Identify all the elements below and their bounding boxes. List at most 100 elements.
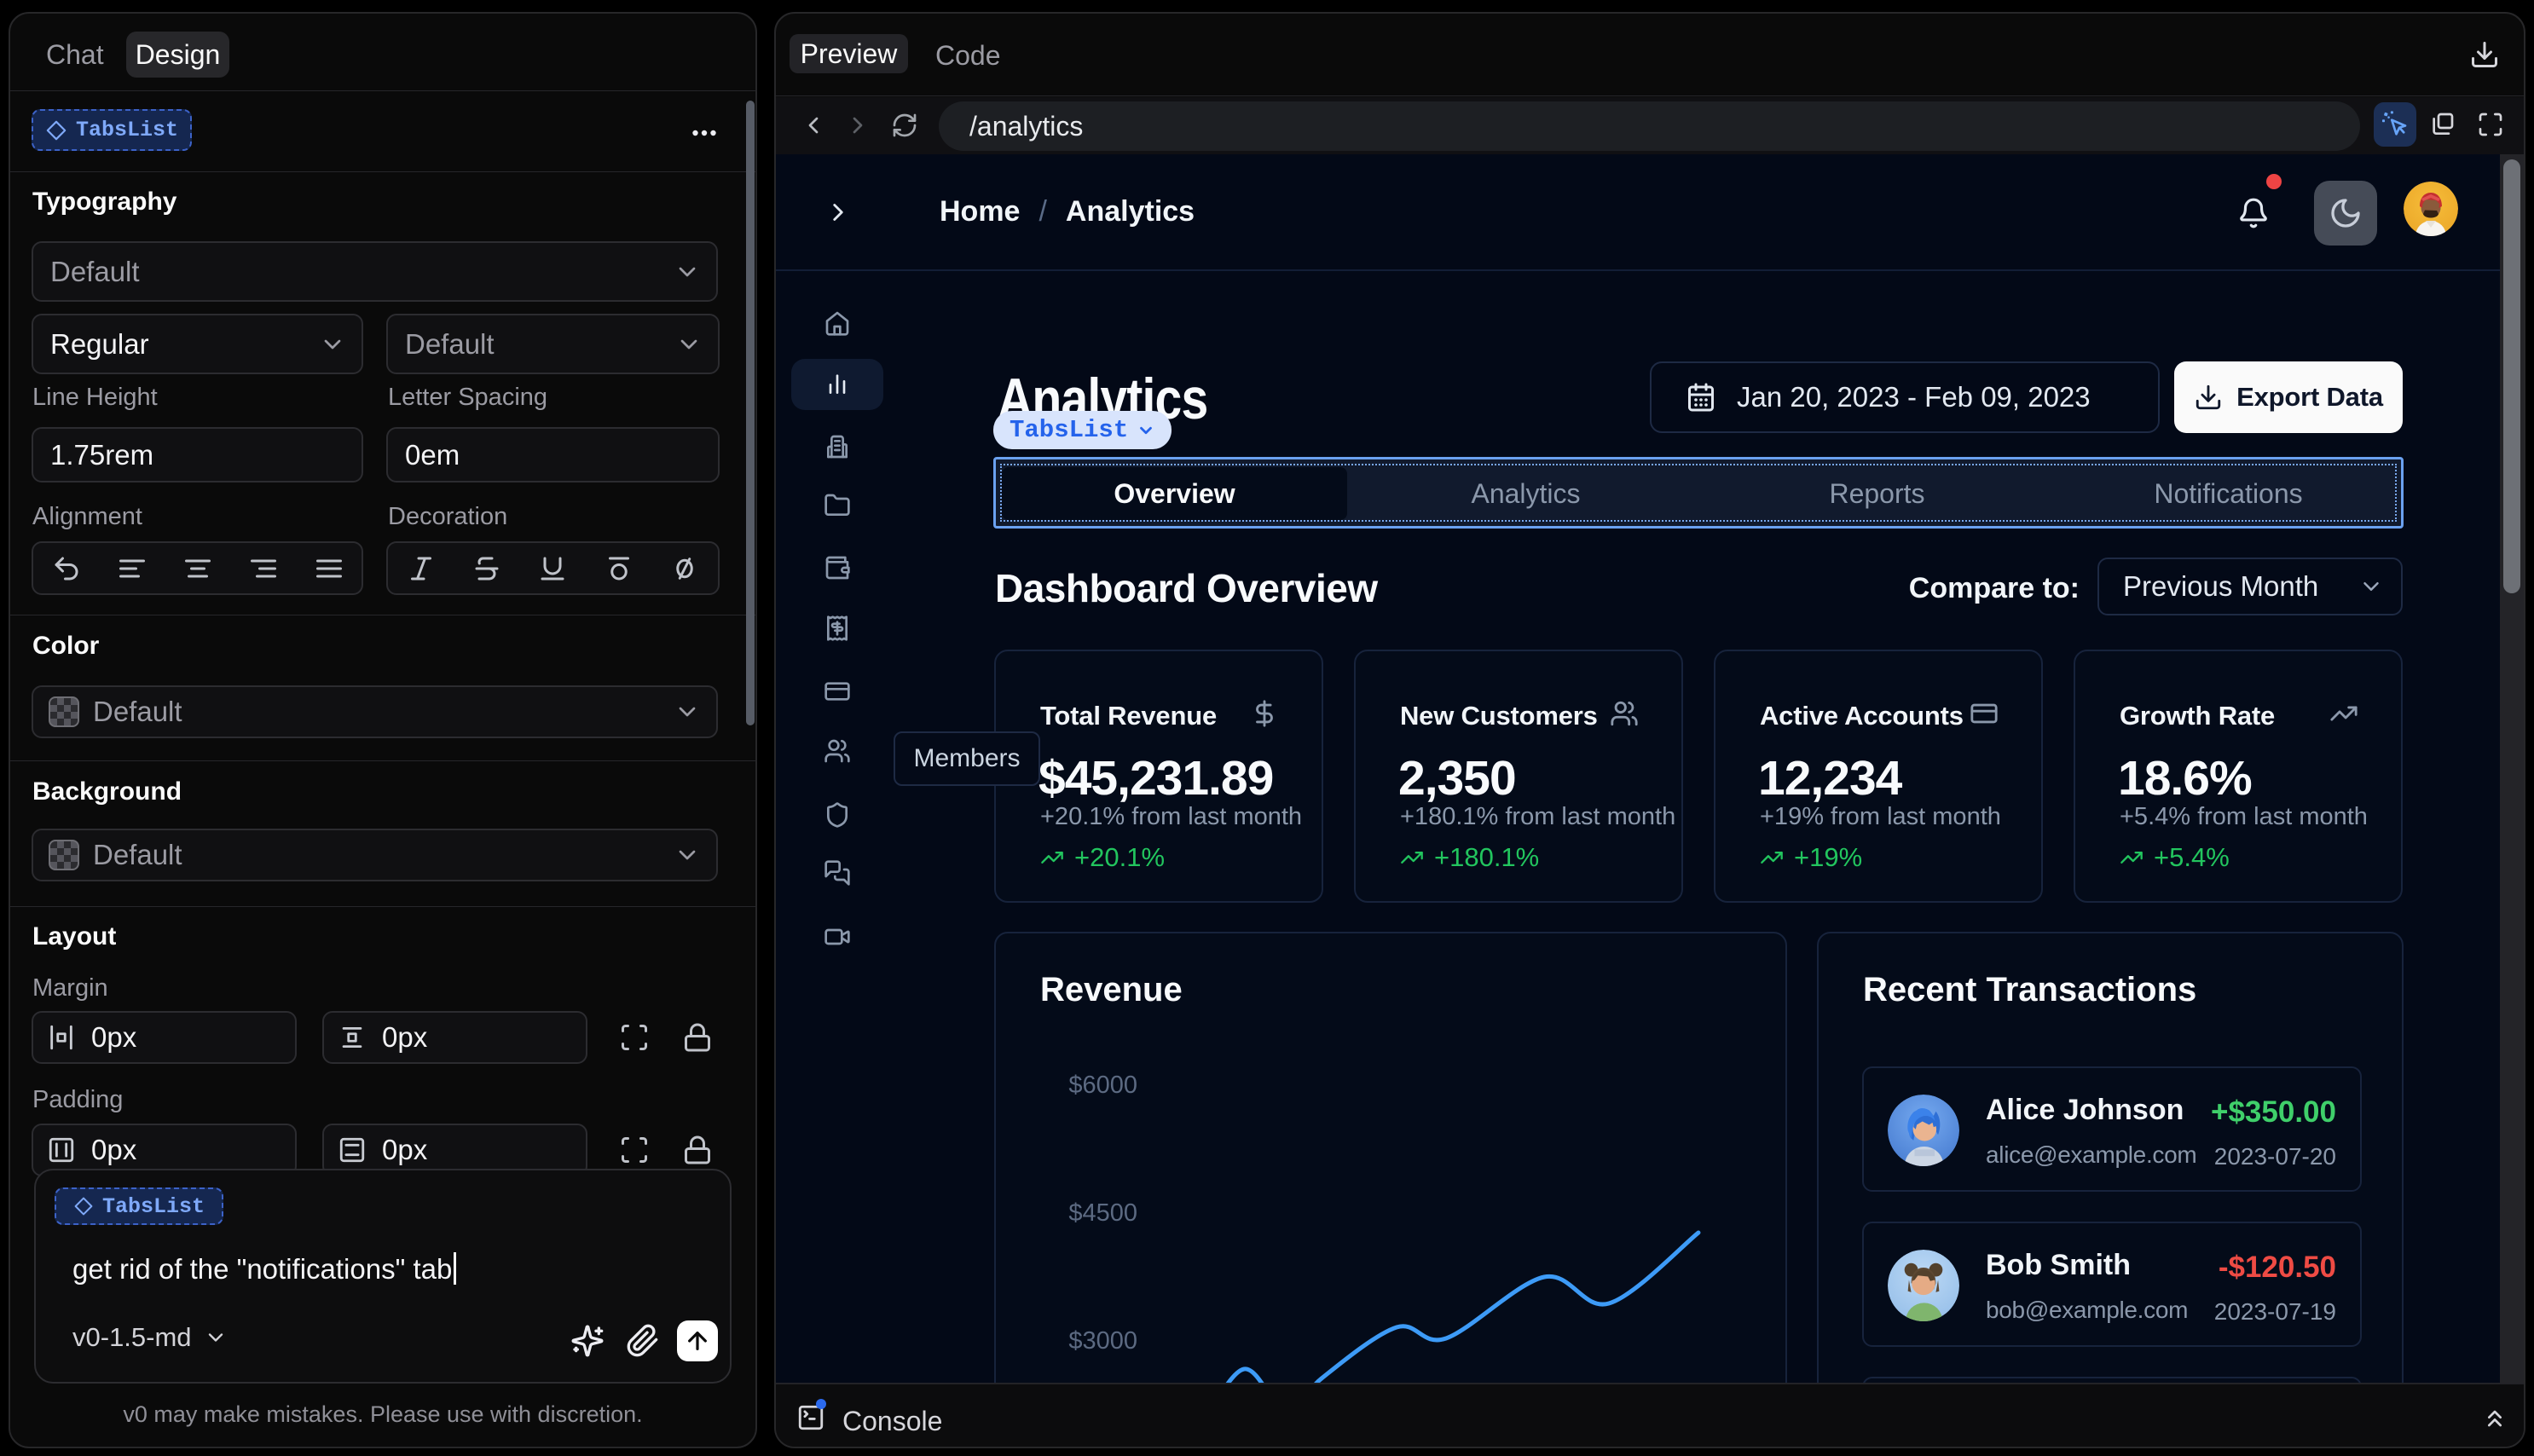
credit-card-icon[interactable] [824, 678, 851, 705]
lock-margin-icon[interactable] [682, 1022, 713, 1053]
stat-card-active-accounts: Active Accounts 12,234 +19% from last mo… [1714, 650, 2043, 903]
tx-email: bob@example.com [1986, 1297, 2189, 1323]
copy-icon[interactable] [2428, 111, 2456, 138]
align-justify-icon[interactable] [314, 553, 344, 584]
wallet-icon[interactable] [824, 554, 851, 581]
date-range-button[interactable]: Jan 20, 2023 - Feb 09, 2023 [1650, 361, 2160, 433]
preview-scrollbar[interactable] [2500, 154, 2524, 1383]
tab-preview[interactable]: Preview [790, 34, 908, 73]
console-label: Console [842, 1406, 943, 1436]
inspect-button[interactable] [2374, 102, 2416, 147]
background-swatch [49, 840, 79, 870]
lock-padding-icon[interactable] [682, 1135, 713, 1165]
receipt-icon[interactable] [824, 615, 851, 642]
breadcrumb-home[interactable]: Home [940, 195, 1020, 228]
bell-icon[interactable] [2237, 197, 2270, 229]
decoration-label: Decoration [388, 503, 508, 530]
theme-toggle[interactable] [2314, 181, 2377, 246]
user-avatar[interactable] [2404, 182, 2458, 236]
color-select[interactable]: Default [32, 685, 718, 738]
underline-icon[interactable] [537, 553, 568, 584]
margin-y-value: 0px [382, 1021, 428, 1053]
compare-label: Compare to: [1908, 572, 2080, 604]
chat-composer[interactable]: TabsList get rid of the "notifications" … [34, 1169, 732, 1384]
margin-y-input[interactable]: 0px [322, 1011, 587, 1064]
stat-label: Active Accounts [1760, 701, 1964, 731]
tx-date: 2023-07-20 [2213, 1143, 2336, 1170]
tab-overview[interactable]: Overview [1002, 467, 1347, 520]
export-label: Export Data [2236, 382, 2383, 412]
stat-sub: +180.1% from last month [1400, 803, 1676, 830]
padding-y-value: 0px [382, 1134, 428, 1165]
tab-reports[interactable]: Reports [1704, 467, 2050, 520]
tab-notifications[interactable]: Notifications [2056, 467, 2401, 520]
back-icon[interactable] [800, 112, 827, 139]
italic-icon[interactable] [406, 553, 437, 584]
fullscreen-icon[interactable] [2477, 111, 2504, 138]
tab-chat[interactable]: Chat [46, 39, 104, 71]
model-selector[interactable]: v0-1.5-md [72, 1322, 228, 1353]
margin-x-input[interactable]: 0px [32, 1011, 297, 1064]
sparkles-icon[interactable] [570, 1324, 605, 1358]
paperclip-icon[interactable] [626, 1324, 660, 1358]
composer-element-chip[interactable]: TabsList [55, 1187, 224, 1225]
transaction-row[interactable]: Alice Johnson alice@example.com +$350.00… [1862, 1066, 2362, 1192]
forward-icon[interactable] [844, 112, 871, 139]
letter-spacing-input[interactable]: 0em [386, 427, 720, 482]
alignment-buttons [32, 541, 363, 595]
font-size-select[interactable]: Default [386, 314, 720, 374]
compare-select[interactable]: Previous Month [2097, 558, 2403, 615]
download-icon[interactable] [2469, 39, 2500, 70]
transaction-row[interactable] [1862, 1377, 2362, 1383]
users-icon [1611, 701, 1638, 726]
trending-up-icon [2120, 852, 2143, 864]
console-bar[interactable]: Console [776, 1383, 2524, 1447]
folder-icon[interactable] [824, 492, 851, 519]
stat-sub: +20.1% from last month [1040, 803, 1303, 830]
url-bar[interactable]: /analytics [939, 101, 2360, 151]
overline-icon[interactable] [604, 553, 634, 584]
font-weight-select[interactable]: Regular [32, 314, 363, 374]
tab-code[interactable]: Code [935, 40, 1001, 72]
home-icon[interactable] [824, 309, 851, 337]
left-scrollbar[interactable] [746, 101, 755, 725]
more-options-icon[interactable] [691, 120, 717, 146]
selected-element-chip[interactable]: TabsList [32, 109, 193, 151]
align-left-icon[interactable] [117, 553, 148, 584]
padding-y-icon [339, 1137, 365, 1163]
send-button[interactable] [677, 1320, 718, 1361]
chevrons-up-icon[interactable] [2481, 1405, 2508, 1432]
line-height-value: 1.75rem [50, 438, 154, 471]
selection-overlay-chip[interactable]: TabsList [993, 411, 1172, 449]
transaction-row[interactable]: Bob Smith bob@example.com -$120.50 2023-… [1862, 1222, 2362, 1347]
bar-chart-icon[interactable] [824, 370, 851, 397]
trending-up-icon [1041, 852, 1063, 864]
font-family-select[interactable]: Default [32, 241, 718, 302]
tab-design[interactable]: Design [126, 32, 229, 78]
strikethrough-icon[interactable] [472, 553, 502, 584]
decoration-buttons [386, 541, 720, 595]
letter-spacing-label: Letter Spacing [388, 384, 548, 411]
chevron-down-icon [2363, 582, 2379, 591]
tab-analytics[interactable]: Analytics [1353, 467, 1698, 520]
tx-name: Alice Johnson [1986, 1094, 2184, 1126]
no-decoration-icon[interactable] [669, 553, 700, 584]
expand-padding-icon[interactable] [619, 1135, 650, 1165]
background-select[interactable]: Default [32, 829, 718, 881]
users-icon[interactable] [824, 737, 851, 765]
undo-icon[interactable] [51, 553, 82, 584]
align-center-icon[interactable] [182, 553, 213, 584]
shield-icon[interactable] [824, 801, 851, 829]
composer-chip-label: TabsList [102, 1193, 205, 1219]
building-icon[interactable] [824, 433, 851, 460]
messages-icon[interactable] [824, 859, 851, 887]
sidebar-expand-icon[interactable] [824, 198, 853, 227]
refresh-icon[interactable] [891, 112, 918, 139]
composer-input[interactable]: get rid of the "notifications" tab [72, 1252, 457, 1286]
video-icon[interactable] [824, 923, 851, 950]
export-button[interactable]: Export Data [2174, 361, 2403, 433]
align-right-icon[interactable] [248, 553, 279, 584]
tx-email: alice@example.com [1986, 1141, 2197, 1168]
line-height-input[interactable]: 1.75rem [32, 427, 363, 482]
expand-margin-icon[interactable] [619, 1022, 650, 1053]
